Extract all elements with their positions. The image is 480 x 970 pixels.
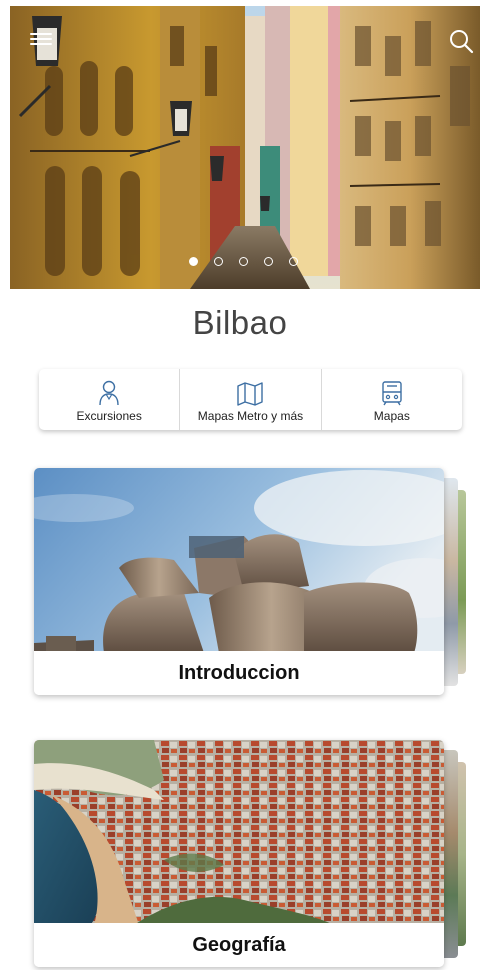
menu-line [30, 33, 52, 35]
carousel-pagination [189, 255, 298, 267]
guide-card[interactable]: Introduccion [34, 468, 444, 695]
search-icon[interactable] [448, 28, 474, 54]
card-image-coast [34, 740, 444, 925]
tab-mapas-metro[interactable]: Mapas Metro y más [179, 369, 320, 430]
card-carousel-introduccion: Introduccion [34, 468, 474, 698]
carousel-dot[interactable] [214, 256, 223, 266]
carousel-dot[interactable] [189, 256, 198, 266]
hamburger-menu-icon[interactable] [30, 30, 52, 48]
carousel-dot[interactable] [239, 256, 248, 266]
tab-mapas-label: Mapas [373, 409, 410, 423]
card-title: Introduccion [34, 651, 444, 695]
page-title: Bilbao [192, 304, 288, 341]
tab-mapas-metro-label: Mapas Metro y más [197, 409, 304, 423]
menu-line [30, 43, 52, 45]
card-image-guggenheim [34, 468, 444, 653]
person-icon [99, 380, 119, 406]
menu-line [30, 38, 52, 40]
search-icon-glyph [450, 30, 474, 54]
guide-card[interactable]: Geografía [34, 740, 444, 967]
card-title: Geografía [34, 923, 444, 967]
tab-excursiones[interactable]: Excursiones [39, 369, 179, 430]
card-carousel-geografia: Geografía [34, 740, 474, 970]
tram-icon [382, 381, 402, 406]
carousel-dot[interactable] [264, 256, 273, 266]
map-icon [237, 382, 264, 406]
section-tabs: Excursiones Mapas Metro y más Mapas [39, 369, 462, 430]
hero-carousel[interactable] [10, 6, 480, 289]
tab-excursiones-label: Excursiones [76, 409, 142, 423]
tab-mapas[interactable]: Mapas [320, 369, 462, 430]
carousel-dot[interactable] [289, 256, 298, 266]
hero-image [10, 6, 480, 289]
